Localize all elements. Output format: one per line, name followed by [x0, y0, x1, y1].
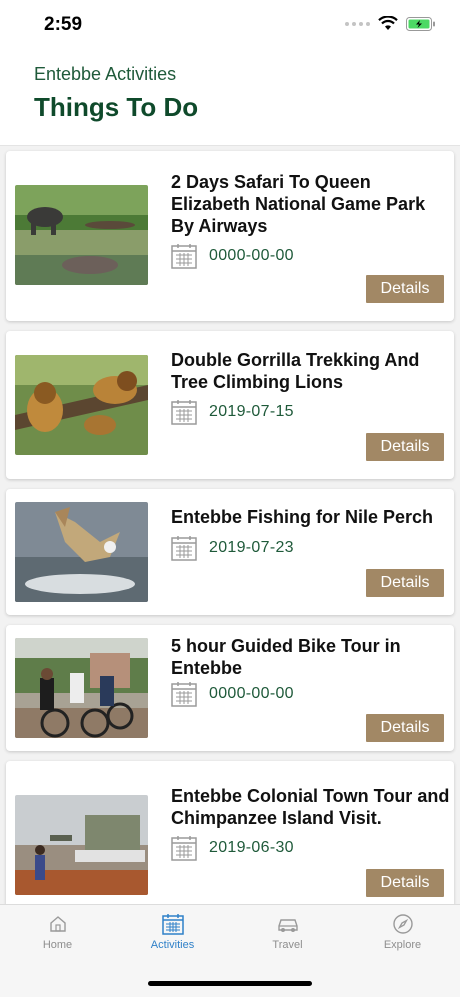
- activity-date-row: 0000-00-00: [171, 681, 294, 707]
- page-title: Things To Do: [34, 92, 199, 122]
- activity-image: [15, 795, 148, 895]
- compass-icon: [392, 914, 413, 934]
- activity-date: 2019-07-23: [209, 539, 294, 556]
- activity-card[interactable]: Entebbe Fishing for Nile Perch 2019-07-2…: [6, 489, 454, 615]
- activity-date: 2019-07-15: [209, 403, 294, 420]
- activity-date-row: 0000-00-00: [171, 243, 294, 269]
- activity-title: Double Gorrilla Trekking And Tree Climbi…: [171, 350, 420, 392]
- page-header: Entebbe Activities Things To Do: [0, 50, 460, 146]
- activity-image: [15, 502, 148, 602]
- calendar-icon: [171, 836, 197, 861]
- tab-activities[interactable]: Activities: [115, 913, 230, 965]
- tab-label: Home: [42, 939, 73, 951]
- tab-label: Explore: [383, 939, 422, 951]
- calendar-icon: [171, 536, 197, 561]
- details-button[interactable]: Details: [366, 275, 444, 303]
- wifi-icon: [378, 16, 398, 30]
- activity-card[interactable]: Entebbe Colonial Town Tour and Chimpanze…: [6, 761, 454, 904]
- details-button[interactable]: Details: [366, 869, 444, 897]
- status-icons: [345, 16, 436, 31]
- activity-date-row: 2019-06-30: [171, 835, 294, 861]
- activity-title: Entebbe Fishing for Nile Perch: [171, 507, 434, 527]
- activity-date: 2019-06-30: [209, 839, 294, 856]
- battery-icon: [406, 16, 435, 31]
- status-time: 2:59: [44, 14, 83, 35]
- tab-label: Activities: [150, 939, 195, 951]
- home-icon: [49, 916, 66, 932]
- activity-image: [15, 355, 148, 455]
- activity-title: 2 Days Safari To Queen Elizabeth Nationa…: [171, 172, 426, 236]
- activity-card[interactable]: 2 Days Safari To Queen Elizabeth Nationa…: [6, 151, 454, 321]
- details-button[interactable]: Details: [366, 714, 444, 742]
- calendar-icon: [161, 914, 184, 935]
- activity-title: 5 hour Guided Bike Tour in Entebbe: [171, 636, 401, 678]
- page-subtitle: Entebbe Activities: [34, 64, 177, 84]
- activity-date-row: 2019-07-23: [171, 535, 294, 561]
- details-button[interactable]: Details: [366, 433, 444, 461]
- tab-label: Travel: [272, 939, 303, 951]
- activity-list[interactable]: 2 Days Safari To Queen Elizabeth Nationa…: [0, 146, 460, 904]
- signal-icon: [345, 21, 370, 26]
- activity-image: [15, 638, 148, 738]
- calendar-icon: [171, 400, 197, 425]
- calendar-icon: [171, 244, 197, 269]
- car-icon: [277, 919, 298, 932]
- home-indicator: [148, 981, 312, 986]
- activity-date-row: 2019-07-15: [171, 399, 294, 425]
- tab-explore[interactable]: Explore: [345, 913, 460, 965]
- activity-card[interactable]: Double Gorrilla Trekking And Tree Climbi…: [6, 331, 454, 479]
- calendar-icon: [171, 682, 197, 707]
- activity-date: 0000-00-00: [209, 685, 294, 702]
- details-button[interactable]: Details: [366, 569, 444, 597]
- activity-date: 0000-00-00: [209, 247, 294, 264]
- activity-card[interactable]: 5 hour Guided Bike Tour in Entebbe 0000-…: [6, 625, 454, 751]
- tab-travel[interactable]: Travel: [230, 913, 345, 965]
- activity-title: Entebbe Colonial Town Tour and Chimpanze…: [171, 786, 450, 828]
- tab-bar: Home Activities Travel Explore: [0, 904, 460, 997]
- tab-home[interactable]: Home: [0, 913, 115, 965]
- activity-image: [15, 185, 148, 285]
- status-bar: 2:59: [0, 0, 460, 50]
